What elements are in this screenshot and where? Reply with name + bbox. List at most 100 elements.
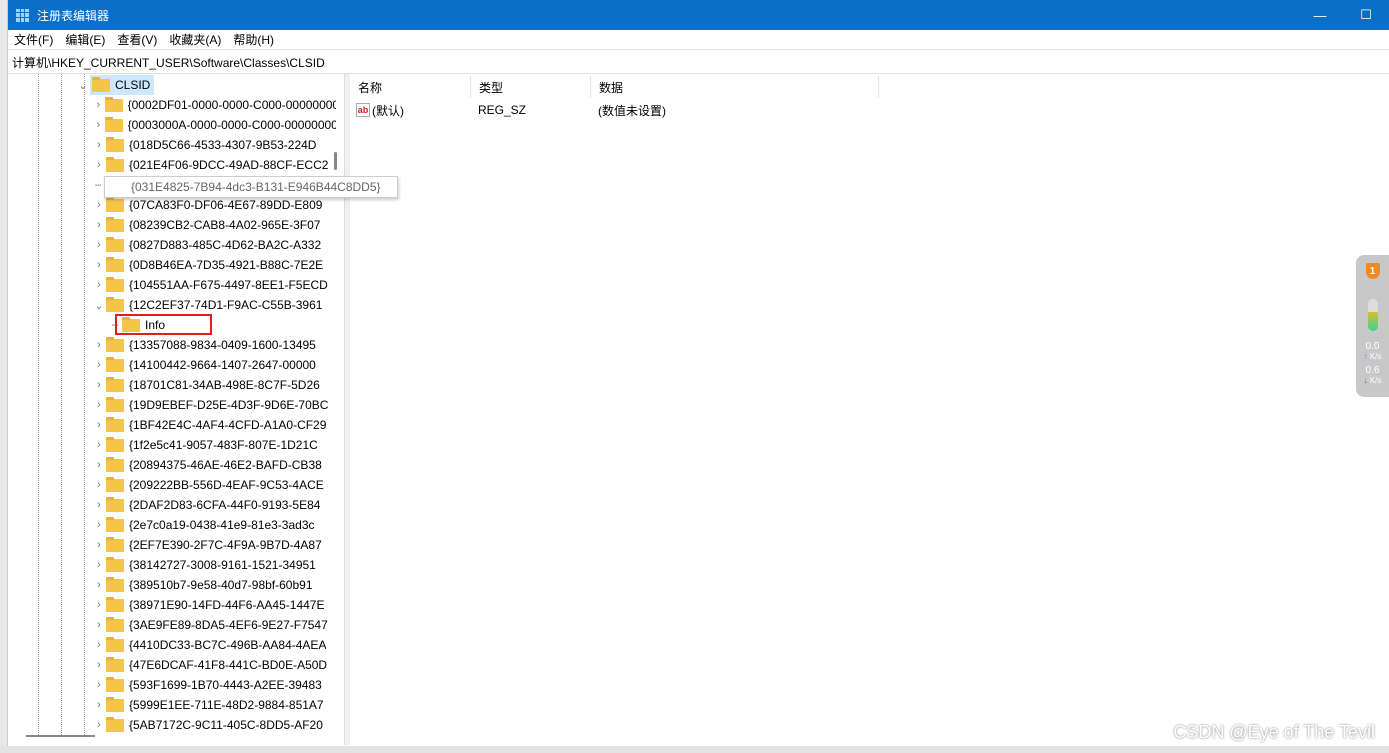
tree-node[interactable]: ⌄ {12C2EF37-74D1-F9AC-C55B-3961: [94, 295, 336, 315]
chevron-right-icon[interactable]: ›: [94, 339, 104, 351]
tree-node[interactable]: › {018D5C66-4533-4307-9B53-224D: [94, 135, 336, 155]
tree-node[interactable]: › {5AB7172C-9C11-405C-8DD5-AF20: [94, 715, 336, 735]
chevron-right-icon[interactable]: ›: [94, 459, 104, 471]
tree-node[interactable]: › {19D9EBEF-D25E-4D3F-9D6E-70BC: [94, 395, 336, 415]
folder-icon: [106, 456, 124, 472]
folder-icon: [104, 116, 123, 132]
chevron-right-icon[interactable]: ›: [94, 699, 104, 711]
menu-edit[interactable]: 编辑(E): [59, 31, 111, 48]
tree-node[interactable]: › {07CA83F0-DF06-4E67-89DD-E809: [94, 195, 336, 215]
folder-icon: [106, 296, 124, 312]
tree-node[interactable]: › {389510b7-9e58-40d7-98bf-60b91: [94, 575, 336, 595]
folder-icon: [106, 556, 124, 572]
chevron-right-icon[interactable]: ›: [94, 499, 104, 511]
tree-node[interactable]: › {3AE9FE89-8DA5-4EF6-9E27-F7547: [94, 615, 336, 635]
chevron-right-icon[interactable]: ›: [94, 599, 104, 611]
tree-node[interactable]: › {20894375-46AE-46E2-BAFD-CB38: [94, 455, 336, 475]
chevron-right-icon[interactable]: ›: [94, 99, 103, 111]
tree-node[interactable]: ›{0003000A-0000-0000-C000-000000000046}: [94, 115, 336, 135]
key-tree: ⌄ CLSID › {0002DF01-0000-0000-C000-000000…: [8, 74, 345, 745]
value-row-data: (数值未设置): [598, 103, 666, 118]
chevron-right-icon[interactable]: ›: [94, 679, 104, 691]
tree-node[interactable]: › {2e7c0a19-0438-41e9-81e3-3ad3c: [94, 515, 336, 535]
tree-node[interactable]: › {021E4F06-9DCC-49AD-88CF-ECC2: [94, 155, 336, 175]
tree-node[interactable]: › {47E6DCAF-41F8-441C-BD0E-A50D: [94, 655, 336, 675]
chevron-right-icon[interactable]: ›: [94, 139, 104, 151]
tree-node[interactable]: › {1BF42E4C-4AF4-4CFD-A1A0-CF29: [94, 415, 336, 435]
chevron-right-icon[interactable]: ›: [94, 259, 104, 271]
watermark: CSDN @Eye of The Tevil: [1173, 722, 1375, 742]
network-monitor-widget[interactable]: 1 0.0 ↑ K/s 0.6 ↓ K/s: [1356, 255, 1389, 397]
chevron-right-icon[interactable]: ›: [94, 579, 104, 591]
folder-icon: [106, 336, 124, 352]
tree-node[interactable]: › {18701C81-34AB-498E-8C7F-5D26: [94, 375, 336, 395]
chevron-right-icon[interactable]: ›: [94, 239, 104, 251]
shield-icon: 1: [1365, 263, 1380, 279]
tree-node[interactable]: › {1f2e5c41-9057-483F-807E-1D21C: [94, 435, 336, 455]
menu-file[interactable]: 文件(F): [8, 31, 59, 48]
tree-node[interactable]: ›{0002DF01-0000-0000-C000-000000000046}: [94, 95, 336, 115]
tree-node[interactable]: › {0827D883-485C-4D62-BA2C-A332: [94, 235, 336, 255]
folder-icon: [106, 616, 124, 632]
chevron-right-icon[interactable]: ›: [94, 539, 104, 551]
folder-icon: [106, 236, 124, 252]
tree-node[interactable]: › {104551AA-F675-4497-8EE1-F5ECD: [94, 275, 336, 295]
chevron-down-icon[interactable]: ⌄: [94, 299, 104, 312]
chevron-right-icon[interactable]: ›: [94, 359, 104, 371]
folder-icon: [106, 476, 124, 492]
tree-node[interactable]: › {2DAF2D83-6CFA-44F0-9193-5E84: [94, 495, 336, 515]
string-value-icon: ab: [356, 103, 370, 117]
chevron-right-icon[interactable]: ›: [94, 419, 104, 431]
chevron-right-icon[interactable]: ›: [94, 159, 104, 171]
chevron-right-icon[interactable]: ›: [94, 199, 104, 211]
tree-node[interactable]: › {0D8B46EA-7D35-4921-B88C-7E2E: [94, 255, 336, 275]
tree-connector[interactable]: ┄: [94, 179, 102, 192]
chevron-right-icon[interactable]: ›: [94, 639, 104, 651]
regedit-window: 注册表编辑器 — ☐ 文件(F) 编辑(E) 查看(V) 收藏夹(A) 帮助(H…: [8, 0, 1389, 746]
chevron-right-icon[interactable]: ›: [94, 119, 103, 131]
tree-node[interactable]: › {38971E90-14FD-44F6-AA45-1447E: [94, 595, 336, 615]
maximize-button[interactable]: ☐: [1343, 0, 1389, 30]
chevron-down-icon[interactable]: ⌄: [78, 79, 88, 92]
tree-node[interactable]: › {13357088-9834-0409-1600-13495: [94, 335, 336, 355]
tree-node[interactable]: › {2EF7E390-2F7C-4F9A-9B7D-4A87: [94, 535, 336, 555]
column-header-type[interactable]: 类型: [471, 76, 591, 98]
chevron-right-icon[interactable]: ›: [94, 439, 104, 451]
tree-node[interactable]: › {4410DC33-BC7C-496B-AA84-4AEA: [94, 635, 336, 655]
chevron-right-icon[interactable]: ›: [94, 279, 104, 291]
column-header-name[interactable]: 名称: [350, 76, 471, 98]
tree-node[interactable]: › {5999E1EE-711E-48D2-9884-851A7: [94, 695, 336, 715]
value-row-name[interactable]: ab (默认): [356, 100, 404, 120]
chevron-right-icon[interactable]: ›: [94, 659, 104, 671]
tree-horizontal-scrollbar[interactable]: [26, 735, 95, 737]
chevron-right-icon[interactable]: ›: [94, 719, 104, 731]
tree-node[interactable]: › {08239CB2-CAB8-4A02-965E-3F07: [94, 215, 336, 235]
chevron-right-icon[interactable]: ›: [94, 559, 104, 571]
chevron-right-icon[interactable]: ›: [94, 479, 104, 491]
menu-help[interactable]: 帮助(H): [227, 31, 280, 48]
chevron-right-icon[interactable]: ›: [94, 519, 104, 531]
menu-bar: 文件(F) 编辑(E) 查看(V) 收藏夹(A) 帮助(H): [8, 30, 1389, 50]
background-window: [0, 0, 8, 753]
folder-icon: [106, 136, 124, 152]
chevron-right-icon[interactable]: ›: [94, 619, 104, 631]
tree-node[interactable]: › {38142727-3008-9161-1521-34951: [94, 555, 336, 575]
folder-icon: [106, 696, 124, 712]
menu-favorites[interactable]: 收藏夹(A): [163, 31, 227, 48]
column-header-data[interactable]: 数据: [591, 76, 879, 98]
address-bar[interactable]: 计算机\HKEY_CURRENT_USER\Software\Classes\C…: [8, 52, 1389, 74]
folder-icon: [106, 256, 124, 272]
chevron-right-icon[interactable]: ›: [94, 379, 104, 391]
folder-icon: [106, 496, 124, 512]
tree-node[interactable]: › {593F1699-1B70-4443-A2EE-39483: [94, 675, 336, 695]
minimize-button[interactable]: —: [1297, 0, 1343, 30]
folder-icon: [106, 376, 124, 392]
chevron-right-icon[interactable]: ›: [94, 399, 104, 411]
tree-node[interactable]: › {209222BB-556D-4EAF-9C53-4ACE: [94, 475, 336, 495]
chevron-right-icon[interactable]: ›: [94, 219, 104, 231]
menu-view[interactable]: 查看(V): [111, 31, 163, 48]
tree-node[interactable]: › {14100442-9664-1407-2647-00000: [94, 355, 336, 375]
folder-icon: [106, 276, 124, 292]
key-tooltip: {031E4825-7B94-4dc3-B131-E946B44C8DD5}: [104, 176, 398, 198]
tree-node-clsid[interactable]: ⌄ CLSID: [78, 75, 155, 95]
